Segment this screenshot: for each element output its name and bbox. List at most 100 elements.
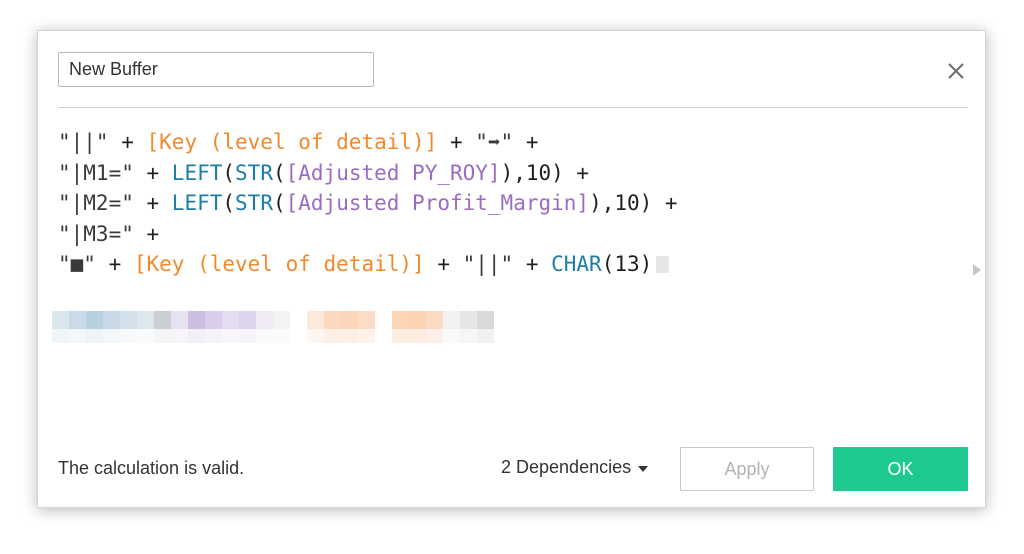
blurred-pixel (409, 311, 426, 329)
blurred-pixel (205, 311, 222, 329)
blurred-pixel (137, 311, 154, 329)
blurred-pixel (171, 311, 188, 329)
blurred-pixel (171, 329, 188, 343)
close-icon[interactable] (944, 59, 968, 83)
blurred-pixel (205, 329, 222, 343)
ok-button[interactable]: OK (833, 447, 968, 491)
formula-token: LEFT (171, 191, 223, 215)
formula-token: + (108, 130, 147, 154)
formula-token: + (424, 252, 463, 276)
blurred-pixel (341, 311, 358, 329)
formula-line: "|M3=" + (58, 219, 938, 250)
dependencies-label: 2 Dependencies (501, 457, 632, 477)
header-divider (58, 107, 968, 108)
blurred-pixel (375, 311, 392, 329)
blurred-autocomplete-row-secondary (52, 329, 494, 343)
formula-token: STR (235, 191, 273, 215)
formula-token: STR (235, 160, 273, 185)
text-cursor (656, 256, 670, 273)
blurred-pixel (256, 311, 273, 329)
blurred-pixel (324, 329, 341, 343)
blurred-pixel (443, 329, 460, 343)
blurred-pixel (154, 311, 171, 329)
formula-token: "||" (462, 252, 514, 276)
blurred-pixel (460, 329, 477, 343)
blurred-pixel (307, 329, 324, 343)
blurred-pixel (409, 329, 426, 343)
formula-token: ( (272, 160, 286, 185)
blurred-pixel (392, 311, 409, 329)
formula-line: "■" + [Key (level of detail)] + "||" + C… (58, 249, 938, 280)
formula-token: [Adjusted PY_ROY] (285, 160, 501, 185)
blurred-pixel (86, 311, 103, 329)
formula-token: "||" (58, 130, 109, 154)
blurred-pixel (290, 329, 307, 343)
blurred-pixel (120, 311, 137, 329)
blurred-pixel (392, 329, 409, 343)
blurred-pixel (273, 311, 290, 329)
blurred-pixel (239, 311, 256, 329)
blurred-pixel (103, 329, 120, 343)
formula-line: "|M2=" + LEFT(STR([Adjusted Profit_Margi… (58, 188, 938, 219)
formula-token: + (133, 221, 160, 246)
formula-token: ( (222, 191, 236, 215)
formula-token: LEFT (171, 160, 223, 185)
formula-token: [Adjusted Profit_Margin] (285, 191, 590, 215)
blurred-pixel (120, 329, 137, 343)
blurred-pixel (477, 311, 494, 329)
formula-token: "➡" (475, 130, 514, 154)
blurred-pixel (460, 311, 477, 329)
blurred-pixel (290, 311, 307, 329)
formula-token: "■" (58, 252, 96, 276)
calculation-name-input[interactable] (58, 52, 374, 87)
blurred-pixel (52, 329, 69, 343)
formula-token: CHAR (551, 252, 602, 276)
formula-token: ( (272, 191, 286, 215)
blurred-pixel (188, 311, 205, 329)
blurred-pixel (324, 311, 341, 329)
formula-token: + (437, 130, 476, 154)
dependencies-dropdown[interactable]: 2 Dependencies (501, 457, 649, 478)
apply-button[interactable]: Apply (680, 447, 814, 491)
formula-token: [Key (level of detail)] (146, 130, 438, 154)
blurred-pixel (273, 329, 290, 343)
blurred-autocomplete-row (52, 311, 494, 329)
formula-token: [Key (level of detail)] (133, 252, 425, 276)
formula-editor[interactable]: "||" + [Key (level of detail)] + "➡" + "|… (58, 127, 938, 297)
blurred-pixel (358, 311, 375, 329)
formula-line: "||" + [Key (level of detail)] + "➡" + (58, 127, 938, 158)
formula-line: "|M1=" + LEFT(STR([Adjusted PY_ROY]),10)… (58, 158, 938, 189)
formula-token: "|M3=" (58, 221, 134, 246)
formula-token: ( (222, 160, 236, 185)
formula-token: + (133, 160, 172, 185)
blurred-pixel (426, 329, 443, 343)
blurred-pixel (443, 311, 460, 329)
blurred-pixel (358, 329, 375, 343)
calculation-dialog: "||" + [Key (level of detail)] + "➡" +"|… (37, 30, 986, 508)
chevron-down-icon (638, 465, 649, 472)
blurred-pixel (137, 329, 154, 343)
blurred-pixel (188, 329, 205, 343)
formula-token: + (133, 191, 172, 215)
blurred-pixel (307, 311, 324, 329)
formula-token: "|M1=" (58, 160, 134, 185)
formula-token: ),10) + (500, 160, 590, 185)
blurred-pixel (103, 311, 120, 329)
blurred-pixel (52, 311, 69, 329)
formula-token: ),10) + (589, 191, 678, 215)
blurred-pixel (222, 329, 239, 343)
formula-token: (13) (601, 252, 653, 276)
formula-token: "|M2=" (58, 191, 134, 215)
formula-token: + (95, 252, 134, 276)
blurred-pixel (477, 329, 494, 343)
scroll-right-arrow-icon[interactable] (973, 264, 981, 276)
blurred-pixel (86, 329, 103, 343)
blurred-pixel (341, 329, 358, 343)
blurred-pixel (239, 329, 256, 343)
blurred-pixel (222, 311, 239, 329)
blurred-pixel (256, 329, 273, 343)
validation-status: The calculation is valid. (58, 458, 245, 478)
blurred-pixel (69, 311, 86, 329)
blurred-pixel (375, 329, 392, 343)
blurred-pixel (426, 311, 443, 329)
